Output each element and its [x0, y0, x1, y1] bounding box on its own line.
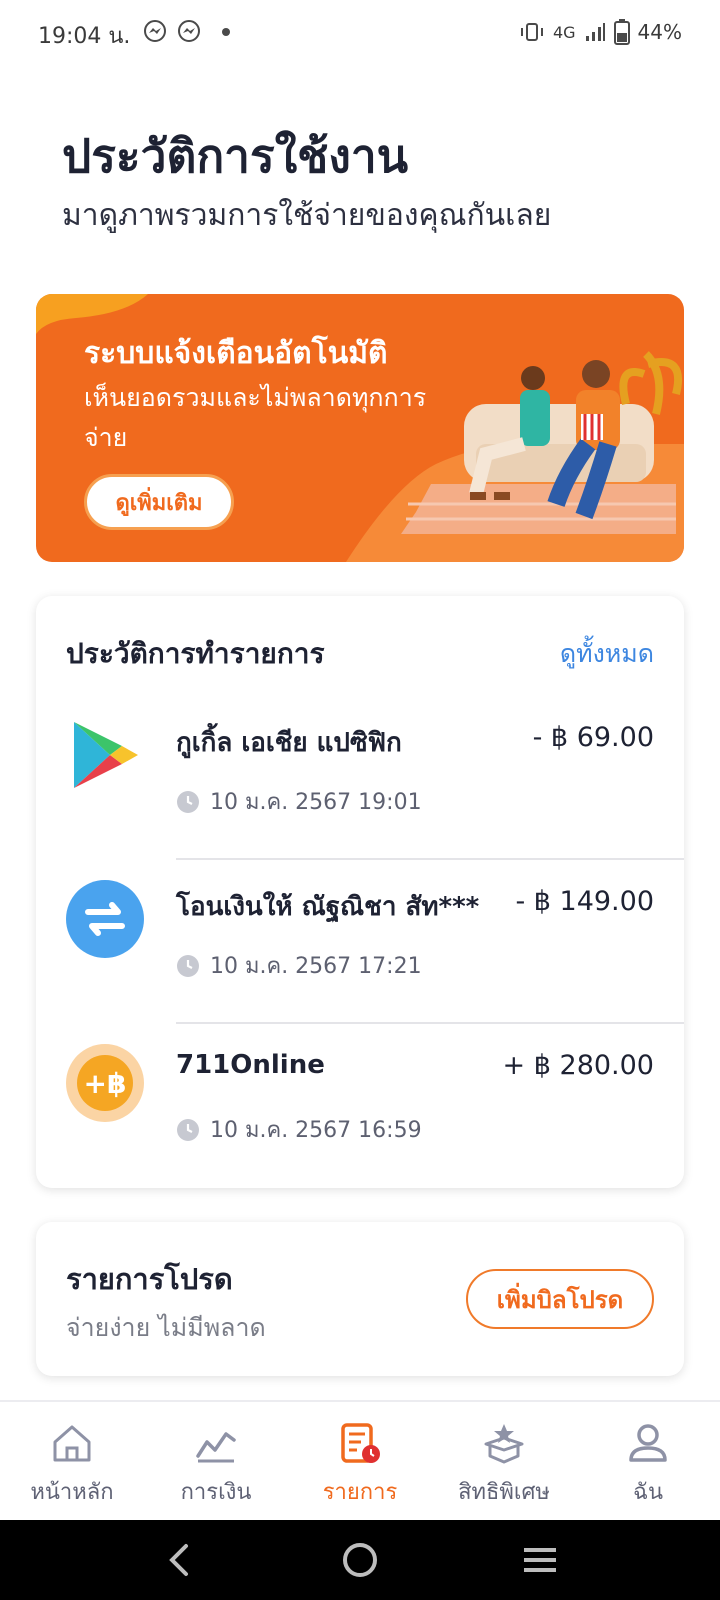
- clock-icon: [177, 1118, 199, 1141]
- banner-description: เห็นยอดรวมและไม่พลาดทุกการจ่าย: [84, 383, 427, 452]
- nav-item-home[interactable]: หน้าหลัก: [0, 1402, 144, 1522]
- transaction-time-text: 10 ม.ค. 2567 17:21: [210, 954, 422, 979]
- transaction-time: 10 ม.ค. 2567 17:21: [176, 948, 422, 983]
- transaction-row[interactable]: โอนเงินให้ ณัฐณิชา สัท*** - ฿ 149.00 10 …: [36, 860, 684, 1024]
- system-nav-bar: [0, 1520, 720, 1600]
- transaction-amount: - ฿ 149.00: [515, 886, 654, 917]
- status-indicators: 4G 44%: [519, 18, 682, 46]
- transaction-time: 10 ม.ค. 2567 19:01: [176, 784, 422, 819]
- nav-item-finance[interactable]: การเงิน: [144, 1402, 288, 1522]
- favorite-bills-title: รายการโปรด: [66, 1262, 233, 1296]
- transaction-name: กูเกิ้ล เอเชีย แปซิฟิก: [176, 728, 402, 758]
- vibrate-icon: [520, 23, 543, 41]
- nav-label: หน้าหลัก: [30, 1480, 114, 1505]
- google-play-icon: [74, 722, 138, 788]
- finance-icon: [196, 1432, 236, 1463]
- see-more-button[interactable]: ดูเพิ่มเติม: [84, 474, 234, 530]
- transfer-icon: [66, 880, 144, 958]
- banner-title: ระบบแจ้งเตือนอัตโนมัติ: [84, 336, 388, 371]
- status-bar: 19:04 น. 4G 44%: [0, 0, 720, 64]
- back-icon[interactable]: [158, 1538, 202, 1582]
- transaction-time: 10 ม.ค. 2567 16:59: [176, 1112, 422, 1147]
- network-type: 4G: [552, 22, 576, 42]
- transactions-icon: [341, 1423, 380, 1463]
- favorite-bills-card: รายการโปรด จ่ายง่าย ไม่มีพลาด เพิ่มบิลโป…: [36, 1222, 684, 1376]
- notification-dot: [222, 28, 230, 36]
- messenger-icon: [144, 20, 166, 42]
- battery-level: 44%: [637, 20, 682, 44]
- nav-label: การเงิน: [180, 1480, 252, 1505]
- messenger-icon: [178, 20, 200, 42]
- favorite-bills-subtitle: จ่ายง่าย ไม่มีพลาด: [66, 1313, 266, 1342]
- transaction-row[interactable]: กูเกิ้ล เอเชีย แปซิฟิก - ฿ 69.00 10 ม.ค.…: [36, 696, 684, 860]
- transaction-history-card: ประวัติการทำรายการ ดูทั้งหมด กูเกิ้ล เอเ…: [36, 596, 684, 1188]
- recent-apps-icon[interactable]: [518, 1538, 562, 1582]
- transaction-history-title: ประวัติการทำรายการ: [66, 637, 325, 670]
- transaction-row[interactable]: +฿ 711Online + ฿ 280.00 10 ม.ค. 2567 16:…: [36, 1024, 684, 1188]
- bottom-nav: หน้าหลัก การเงิน รายการ สิทธิพิเศษ ฉัน: [0, 1400, 720, 1522]
- privileges-icon: [484, 1424, 524, 1464]
- nav-label: ฉัน: [632, 1480, 664, 1505]
- home-icon: [53, 1425, 91, 1462]
- svg-text:+฿: +฿: [84, 1067, 127, 1100]
- auto-notification-banner[interactable]: ระบบแจ้งเตือนอัตโนมัติ เห็นยอดรวมและไม่พ…: [36, 294, 684, 562]
- see-all-link[interactable]: ดูทั้งหมด: [560, 634, 654, 674]
- baht-coin-icon: +฿: [66, 1044, 144, 1122]
- transaction-time-text: 10 ม.ค. 2567 19:01: [210, 790, 422, 815]
- battery-icon: [613, 19, 630, 45]
- nav-item-profile[interactable]: ฉัน: [576, 1402, 720, 1522]
- transaction-time-text: 10 ม.ค. 2567 16:59: [210, 1118, 422, 1143]
- status-time: 19:04 น.: [38, 24, 131, 49]
- nav-label: สิทธิพิเศษ: [458, 1480, 550, 1505]
- clock-icon: [177, 954, 199, 977]
- transaction-name: โอนเงินให้ ณัฐณิชา สัท***: [176, 892, 480, 922]
- clock-icon: [177, 790, 199, 813]
- page-title: ประวัติการใช้งาน: [62, 129, 409, 183]
- transaction-name: 711Online: [176, 1050, 325, 1080]
- nav-item-privileges[interactable]: สิทธิพิเศษ: [432, 1402, 576, 1522]
- add-favorite-bill-button[interactable]: เพิ่มบิลโปรด: [466, 1269, 654, 1329]
- page-subtitle: มาดูภาพรวมการใช้จ่ายของคุณกันเลย: [62, 198, 552, 233]
- signal-icon: [585, 23, 605, 41]
- home-button-icon[interactable]: [338, 1538, 382, 1582]
- nav-label: รายการ: [322, 1480, 398, 1505]
- transaction-amount: + ฿ 280.00: [502, 1050, 654, 1081]
- transaction-amount: - ฿ 69.00: [532, 722, 654, 753]
- profile-icon: [629, 1424, 667, 1462]
- nav-item-transactions[interactable]: รายการ: [288, 1402, 432, 1522]
